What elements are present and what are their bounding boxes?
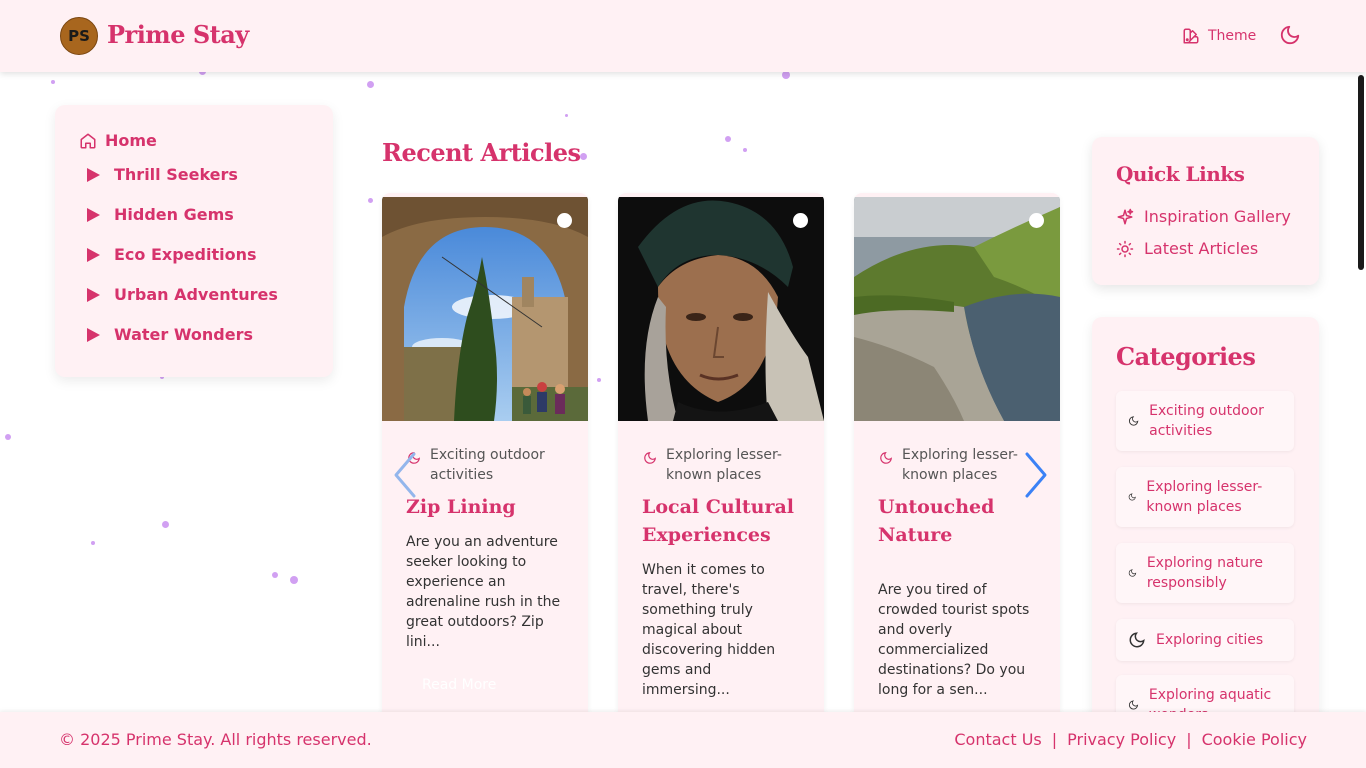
sparkles-icon	[1117, 208, 1134, 224]
confetti-dot	[162, 521, 169, 528]
article-title[interactable]: Untouched Nature	[878, 493, 1048, 549]
copyright-text: © 2025 Prime Stay. All rights reserved.	[59, 730, 372, 749]
confetti-dot	[290, 576, 298, 584]
play-triangle-icon	[87, 207, 100, 222]
moon-icon	[1128, 416, 1139, 426]
sun-icon	[1116, 240, 1134, 257]
theme-button[interactable]: Theme	[1182, 24, 1256, 48]
confetti-dot	[5, 434, 11, 440]
article-image	[618, 197, 824, 421]
site-header: PS Prime Stay Theme	[0, 0, 1366, 72]
sidebar-item-label: Hidden Gems	[114, 205, 234, 224]
contact-us-link[interactable]: Contact Us	[954, 730, 1041, 749]
carousel-prev-icon[interactable]	[390, 450, 420, 500]
confetti-dot	[597, 378, 601, 382]
footer-separator: |	[1186, 730, 1192, 749]
cookie-policy-link[interactable]: Cookie Policy	[1202, 730, 1307, 749]
confetti-dot	[91, 541, 95, 545]
logo-badge[interactable]: PS	[60, 17, 98, 55]
confetti-dot	[565, 114, 568, 117]
recent-articles-title: Recent Articles	[382, 138, 581, 167]
moon-icon	[1129, 632, 1145, 648]
article-excerpt: Are you tired of crowded tourist spots a…	[878, 582, 1030, 698]
sidebar-item-urban-adventures[interactable]: Urban Adventures	[87, 285, 278, 304]
confetti-dot	[367, 81, 374, 88]
category-label: Exploring cities	[1156, 632, 1264, 648]
sidebar-item-label: Water Wonders	[114, 325, 254, 344]
moon-icon	[644, 452, 656, 464]
sidebar-item-water-wonders[interactable]: Water Wonders	[87, 325, 253, 344]
quick-links-panel: Quick Links Inspiration Gallery Latest A…	[1092, 137, 1319, 285]
article-category-label: Exciting outdoor activities	[430, 447, 545, 483]
confetti-dot	[580, 153, 587, 160]
moon-icon	[880, 452, 892, 464]
sidebar-item-thrill-seekers[interactable]: Thrill Seekers	[87, 165, 238, 184]
sidebar-item-eco-expeditions[interactable]: Eco Expeditions	[87, 245, 257, 264]
category-item[interactable]: Exploring lesser-known places	[1116, 467, 1294, 527]
article-category: Exploring lesser-known places	[878, 445, 1028, 485]
article-excerpt: Are you an adventure seeker looking to e…	[406, 534, 561, 650]
confetti-dot	[368, 198, 373, 203]
confetti-dot	[782, 71, 790, 79]
moon-icon	[1128, 569, 1137, 577]
quick-link-label: Latest Articles	[1144, 239, 1259, 258]
moon-icon	[1128, 493, 1136, 501]
sidebar-item-hidden-gems[interactable]: Hidden Gems	[87, 205, 234, 224]
play-triangle-icon	[87, 167, 100, 182]
article-category-label: Exploring lesser-known places	[666, 447, 782, 483]
article-image	[854, 197, 1060, 421]
sidebar-home-label: Home	[105, 131, 157, 150]
sidebar-item-label: Urban Adventures	[114, 285, 278, 304]
quick-link-label: Inspiration Gallery	[1144, 207, 1291, 226]
article-category: Exploring lesser-known places	[642, 445, 792, 485]
article-card[interactable]: Exploring lesser-known places Local Cult…	[618, 193, 824, 713]
footer-links: Contact Us | Privacy Policy | Cookie Pol…	[954, 730, 1307, 749]
article-excerpt: When it comes to travel, there's somethi…	[642, 562, 776, 698]
article-category: Exciting outdoor activities	[406, 445, 556, 485]
sidebar-item-label: Thrill Seekers	[114, 165, 238, 184]
category-item[interactable]: Exploring cities	[1116, 619, 1294, 661]
footer-separator: |	[1051, 730, 1058, 749]
confetti-dot	[743, 148, 747, 152]
favorite-toggle[interactable]	[793, 213, 808, 228]
sidebar-item-home[interactable]: Home	[79, 131, 157, 150]
carousel-next-icon[interactable]	[1021, 450, 1051, 500]
confetti-dot	[725, 136, 731, 142]
category-item[interactable]: Exploring nature responsibly	[1116, 543, 1294, 603]
read-more-link[interactable]: Read More	[422, 677, 496, 693]
privacy-policy-link[interactable]: Privacy Policy	[1067, 730, 1176, 749]
categories-title: Categories	[1116, 342, 1256, 371]
article-title[interactable]: Local Cultural Experiences	[642, 493, 812, 549]
palette-icon	[1183, 28, 1199, 44]
favorite-toggle[interactable]	[1029, 213, 1044, 228]
moon-icon	[1128, 700, 1139, 710]
site-footer: © 2025 Prime Stay. All rights reserved. …	[0, 712, 1366, 768]
article-title[interactable]: Zip Lining	[406, 493, 576, 521]
dark-mode-toggle-icon[interactable]	[1279, 24, 1301, 46]
category-label: Exploring lesser-known places	[1146, 479, 1263, 515]
play-triangle-icon	[87, 247, 100, 262]
sidebar-item-label: Eco Expeditions	[114, 245, 257, 264]
category-label: Exploring nature responsibly	[1146, 555, 1264, 591]
quick-link-inspiration-gallery[interactable]: Inspiration Gallery	[1116, 207, 1291, 226]
favorite-toggle[interactable]	[557, 213, 572, 228]
sidebar-nav: Home Thrill Seekers Hidden Gems Eco Expe…	[55, 105, 333, 377]
category-item[interactable]: Exciting outdoor activities	[1116, 391, 1294, 451]
home-icon	[80, 133, 96, 148]
categories-panel: Categories Exciting outdoor activities E…	[1092, 317, 1319, 737]
confetti-dot	[51, 80, 55, 84]
category-label: Exciting outdoor activities	[1149, 403, 1264, 439]
confetti-dot	[272, 572, 278, 578]
quick-link-latest-articles[interactable]: Latest Articles	[1116, 239, 1258, 258]
play-triangle-icon	[87, 327, 100, 342]
play-triangle-icon	[87, 287, 100, 302]
page-scrollbar[interactable]	[1358, 75, 1364, 270]
article-category-label: Exploring lesser-known places	[902, 447, 1018, 483]
site-logo-text[interactable]: Prime Stay	[107, 20, 249, 49]
article-image	[382, 197, 588, 421]
quick-links-title: Quick Links	[1116, 162, 1245, 186]
theme-label: Theme	[1208, 28, 1257, 44]
